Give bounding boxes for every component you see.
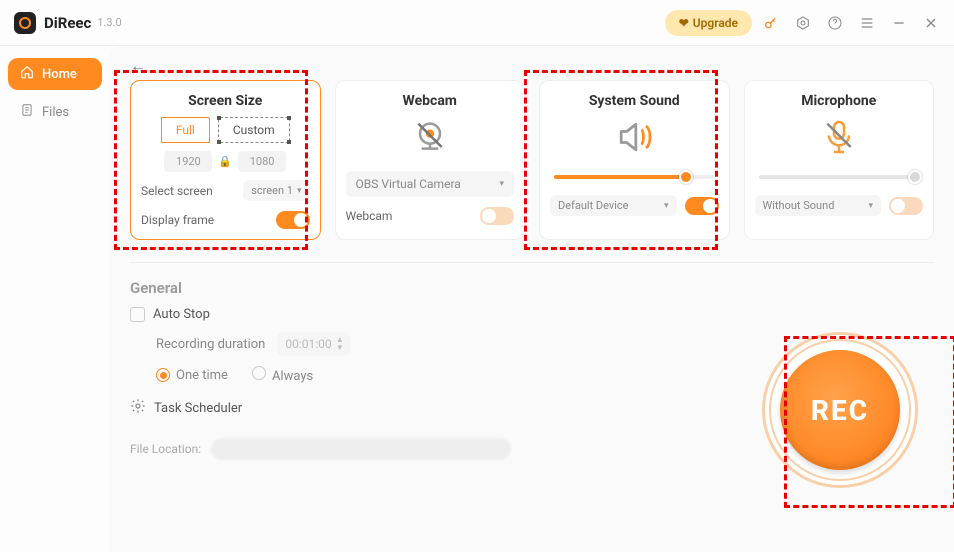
mic-device-select[interactable]: Without Sound▾ [755, 195, 882, 216]
chevron-down-icon: ▾ [664, 201, 669, 211]
radio-one-time[interactable]: One time [156, 368, 228, 383]
chevron-down-icon: ▾ [868, 201, 873, 211]
sidebar-item-home[interactable]: Home [8, 58, 102, 90]
webcam-toggle[interactable] [480, 207, 514, 225]
file-location-path[interactable] [211, 438, 511, 460]
upgrade-label: Upgrade [693, 16, 738, 30]
auto-stop-checkbox[interactable] [130, 307, 145, 322]
record-button[interactable]: REC [780, 350, 900, 470]
general-title: General [130, 279, 934, 297]
duration-label: Recording duration [156, 337, 265, 352]
task-scheduler-link[interactable]: Task Scheduler [154, 401, 242, 416]
sound-slider[interactable] [554, 175, 715, 179]
screen-select[interactable]: screen 1▾ [243, 180, 309, 201]
titlebar: DiReec 1.3.0 ❤ Upgrade [0, 0, 954, 46]
select-screen-label: Select screen [141, 184, 213, 198]
mic-slider[interactable] [759, 175, 920, 179]
sidebar-item-files[interactable]: Files [8, 96, 102, 128]
card-screen-size: Screen Size Full Custom 1920 🔒 1080 Sele… [130, 80, 321, 240]
sound-device-select[interactable]: Default Device▾ [550, 195, 677, 216]
screen-height[interactable]: 1080 [238, 151, 286, 172]
card-system-sound: System Sound Default Device▾ [539, 80, 730, 240]
stepper-icon: ▴▾ [338, 336, 343, 352]
menu-icon[interactable] [858, 14, 876, 32]
app-logo [14, 12, 36, 34]
settings-icon[interactable] [794, 14, 812, 32]
sidebar: Home Files [0, 46, 110, 552]
mode-custom[interactable]: Custom [218, 117, 290, 143]
back-button[interactable]: ← [130, 56, 934, 76]
app-version: 1.3.0 [97, 16, 121, 29]
app-name: DiReec [44, 14, 91, 32]
home-icon [20, 65, 34, 83]
sound-toggle[interactable] [685, 197, 719, 215]
key-icon[interactable] [762, 14, 780, 32]
webcam-off-icon [346, 117, 515, 157]
card-microphone: Microphone Without Sound▾ [744, 80, 935, 240]
webcam-toggle-label: Webcam [346, 209, 393, 223]
screen-width[interactable]: 1920 [164, 151, 212, 172]
minimize-button[interactable] [890, 14, 908, 32]
mode-full[interactable]: Full [161, 117, 210, 143]
display-frame-label: Display frame [141, 213, 214, 227]
sidebar-files-label: Files [42, 105, 69, 120]
webcam-source-select[interactable]: OBS Virtual Camera▾ [346, 171, 515, 197]
mic-toggle[interactable] [889, 197, 923, 215]
sidebar-home-label: Home [42, 67, 77, 82]
duration-input[interactable]: 00:01:00 ▴▾ [277, 332, 350, 356]
upgrade-button[interactable]: ❤ Upgrade [665, 10, 752, 36]
chevron-down-icon: ▾ [499, 179, 504, 189]
mic-title: Microphone [755, 93, 924, 109]
heart-icon: ❤ [679, 16, 689, 30]
auto-stop-label: Auto Stop [153, 307, 210, 322]
close-button[interactable] [922, 14, 940, 32]
radio-always[interactable]: Always [252, 366, 313, 384]
chevron-down-icon: ▾ [297, 186, 302, 196]
file-location-label: File Location: [130, 442, 201, 456]
help-icon[interactable] [826, 14, 844, 32]
gear-icon [130, 398, 146, 418]
mic-off-icon [755, 117, 924, 157]
speaker-icon [550, 117, 719, 157]
rec-container: REC [762, 332, 918, 488]
display-frame-toggle[interactable] [276, 211, 310, 229]
card-webcam: Webcam OBS Virtual Camera▾ Webcam [335, 80, 526, 240]
lock-icon[interactable]: 🔒 [218, 155, 232, 168]
sound-title: System Sound [550, 93, 719, 109]
screen-title: Screen Size [141, 93, 310, 109]
content: ← Screen Size Full Custom 1920 🔒 1080 [110, 46, 954, 552]
webcam-title: Webcam [346, 93, 515, 109]
files-icon [20, 103, 34, 121]
